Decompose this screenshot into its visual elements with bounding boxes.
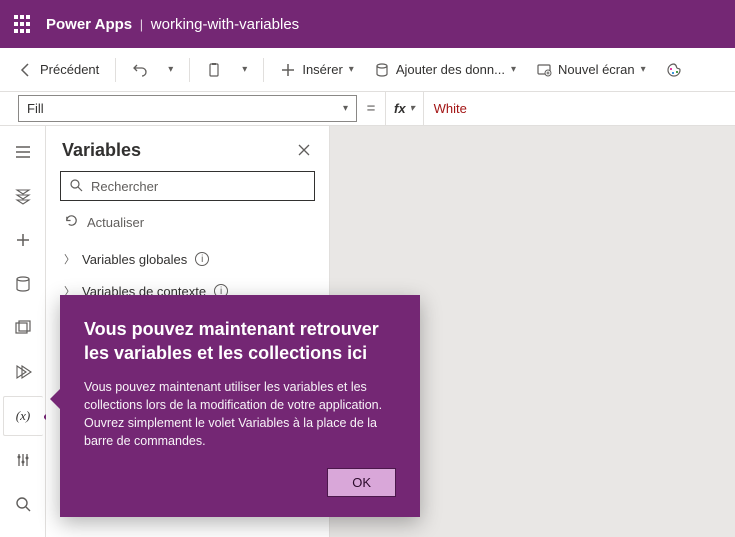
property-name: Fill — [27, 101, 44, 116]
refresh-icon — [64, 213, 79, 231]
app-title: Power Apps — [46, 16, 132, 33]
waffle-icon[interactable] — [12, 14, 32, 34]
panel-title: Variables — [62, 140, 141, 161]
palette-icon — [666, 62, 682, 78]
add-data-button[interactable]: Ajouter des donn... ▾ — [366, 56, 524, 84]
screen-icon — [536, 62, 552, 78]
equals-sign: = — [357, 92, 385, 125]
chevron-down-icon: ▾ — [349, 64, 354, 75]
theme-button[interactable] — [658, 56, 690, 84]
new-screen-button[interactable]: Nouvel écran ▾ — [528, 56, 654, 84]
callout-title: Vous pouvez maintenant retrouver les var… — [84, 317, 396, 366]
arrow-left-icon — [18, 62, 34, 78]
close-panel-button[interactable] — [297, 143, 313, 159]
paste-split[interactable]: ▾ — [234, 58, 255, 81]
search-input[interactable]: Rechercher — [60, 171, 315, 201]
rail-search[interactable] — [3, 484, 43, 524]
search-placeholder: Rechercher — [91, 179, 158, 194]
chevron-down-icon: ▾ — [343, 103, 348, 114]
fx-label: fx — [394, 101, 406, 116]
rail-insert[interactable] — [3, 220, 43, 260]
undo-button[interactable] — [124, 56, 156, 84]
formula-value: White — [434, 101, 467, 116]
app-title-group: Power Apps | working-with-variables — [46, 16, 299, 33]
info-icon[interactable]: i — [195, 252, 209, 266]
refresh-button[interactable]: Actualiser — [46, 207, 329, 241]
rail-data[interactable] — [3, 264, 43, 304]
rail-variables[interactable]: (x) — [3, 396, 43, 436]
rail-media[interactable] — [3, 308, 43, 348]
chevron-down-icon: ▾ — [242, 64, 247, 75]
formula-input[interactable]: White — [424, 92, 735, 125]
insert-label: Insérer — [302, 62, 342, 77]
command-bar: Précédent ▾ ▾ Insérer ▾ Ajouter des donn… — [0, 48, 735, 92]
title-separator: | — [136, 17, 147, 32]
search-icon — [69, 178, 83, 195]
separator — [189, 58, 190, 82]
separator — [263, 58, 264, 82]
undo-icon — [132, 62, 148, 78]
fx-button[interactable]: fx ▾ — [385, 92, 424, 125]
rail-advanced-tools[interactable] — [3, 440, 43, 480]
new-screen-label: Nouvel écran — [558, 62, 635, 77]
callout-body: Vous pouvez maintenant utiliser les vari… — [84, 378, 396, 451]
property-selector[interactable]: Fill ▾ — [18, 95, 357, 122]
back-label: Précédent — [40, 62, 99, 77]
variable-x-icon: (x) — [16, 408, 30, 424]
chevron-down-icon: ▾ — [410, 103, 415, 114]
data-icon — [374, 62, 390, 78]
separator — [115, 58, 116, 82]
teaching-callout: Vous pouvez maintenant retrouver les var… — [60, 295, 420, 517]
plus-icon — [280, 62, 296, 78]
chevron-down-icon: ▾ — [511, 64, 516, 75]
rail-hamburger[interactable] — [3, 132, 43, 172]
refresh-label: Actualiser — [87, 215, 144, 230]
chevron-right-icon: 〉 — [64, 251, 74, 267]
insert-button[interactable]: Insérer ▾ — [272, 56, 362, 84]
undo-split[interactable]: ▾ — [160, 58, 181, 81]
clipboard-icon — [206, 62, 222, 78]
callout-ok-button[interactable]: OK — [327, 468, 396, 497]
chevron-down-icon: ▾ — [641, 64, 646, 75]
add-data-label: Ajouter des donn... — [396, 62, 505, 77]
rail-tree-view[interactable] — [3, 176, 43, 216]
paste-button[interactable] — [198, 56, 230, 84]
left-rail: (x) — [0, 126, 46, 537]
rail-power-automate[interactable] — [3, 352, 43, 392]
back-button[interactable]: Précédent — [10, 56, 107, 84]
tree-row-global[interactable]: 〉 Variables globales i — [54, 243, 321, 275]
file-name: working-with-variables — [151, 16, 299, 33]
tree-label: Variables globales — [82, 252, 187, 267]
suite-header: Power Apps | working-with-variables — [0, 0, 735, 48]
formula-bar: Fill ▾ = fx ▾ White — [0, 92, 735, 126]
chevron-down-icon: ▾ — [168, 64, 173, 75]
